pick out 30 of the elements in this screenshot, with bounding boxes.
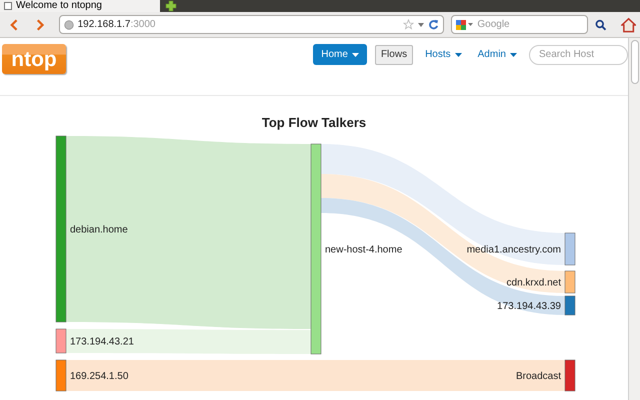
browser-tab[interactable]: Welcome to ntopng <box>0 0 160 12</box>
node-label: debian.home <box>70 224 128 236</box>
star-icon[interactable] <box>403 19 414 30</box>
node-label: media1.ancestry.com <box>466 244 561 256</box>
nav-item[interactable]: Home <box>313 44 367 65</box>
node-label: 169.254.1.50 <box>70 371 128 382</box>
url-text: 192.168.1.7:3000 <box>78 20 156 30</box>
search-input[interactable]: Google <box>477 17 584 32</box>
page-icon <box>4 2 12 10</box>
chart-title: Top Flow Talkers <box>262 114 366 132</box>
nav-item[interactable]: Hosts <box>421 44 466 65</box>
search-icon[interactable] <box>595 18 607 30</box>
node-label: 173.194.43.21 <box>70 336 134 348</box>
search-host-field[interactable]: Search Host <box>529 44 628 64</box>
node-label: Broadcast <box>516 371 561 382</box>
search-engine-field[interactable]: Google <box>451 15 588 34</box>
engine-icon[interactable] <box>456 20 474 30</box>
address-field[interactable]: 192.168.1.7:3000 <box>58 15 444 34</box>
nav-item[interactable]: Flows <box>374 44 414 64</box>
new-tab-icon[interactable] <box>165 0 177 12</box>
globe-icon <box>64 20 74 30</box>
tab-title: Welcome to ntopng <box>16 1 102 11</box>
dropdown-icon[interactable] <box>418 22 424 26</box>
home-icon[interactable] <box>620 16 636 32</box>
node-label: 173.194.43.39 <box>497 301 561 312</box>
node-label: new-host-4.home <box>325 244 402 256</box>
reload-icon[interactable] <box>428 19 440 30</box>
scrollbar-thumb[interactable] <box>630 40 638 84</box>
node-label: cdn.krxd.net <box>506 278 561 288</box>
nav-item[interactable]: Admin <box>474 44 521 65</box>
